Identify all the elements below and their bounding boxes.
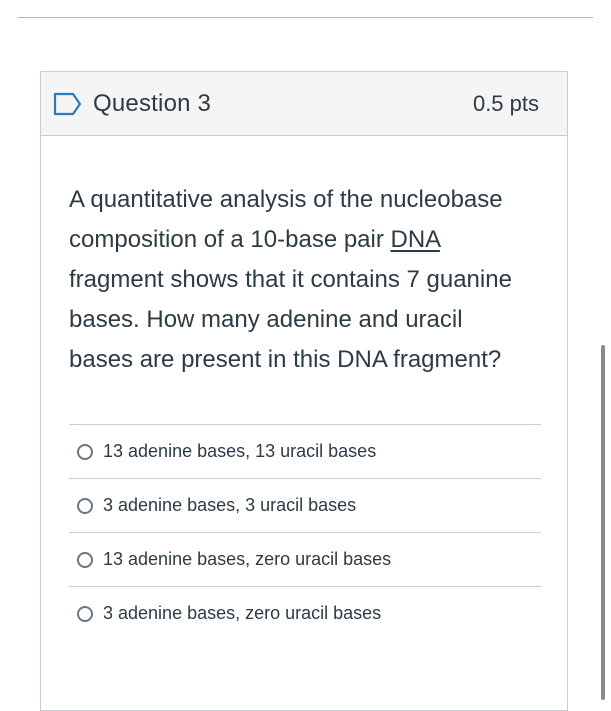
answer-label: 13 adenine bases, zero uracil bases bbox=[103, 549, 392, 569]
question-text: A quantitative analysis of the nucleobas… bbox=[69, 180, 529, 380]
question-points: 0.5 pts bbox=[472, 90, 539, 116]
answer-list: 13 adenine bases, 13 uracil bases 3 aden… bbox=[69, 424, 541, 640]
flag-question-icon[interactable] bbox=[53, 92, 83, 116]
answer-option-3[interactable]: 13 adenine bases, zero uracil bases bbox=[69, 532, 541, 586]
question-text-part-2: fragment shows that it contains 7 guanin… bbox=[69, 266, 512, 373]
radio-button[interactable] bbox=[77, 551, 93, 568]
top-divider bbox=[18, 17, 593, 18]
dna-term-link[interactable]: DNA bbox=[391, 226, 440, 253]
question-body: A quantitative analysis of the nucleobas… bbox=[41, 136, 567, 640]
answer-option-4[interactable]: 3 adenine bases, zero uracil bases bbox=[69, 586, 541, 640]
answer-option-2[interactable]: 3 adenine bases, 3 uracil bases bbox=[69, 478, 541, 532]
question-header-left: Question 3 bbox=[53, 90, 211, 118]
radio-button[interactable] bbox=[77, 497, 93, 514]
page-scrollbar[interactable] bbox=[601, 345, 605, 700]
question-card: Question 3 0.5 pts A quantitative analys… bbox=[40, 71, 568, 711]
answer-option-1[interactable]: 13 adenine bases, 13 uracil bases bbox=[69, 424, 541, 478]
question-header: Question 3 0.5 pts bbox=[41, 72, 567, 136]
answer-label: 3 adenine bases, zero uracil bases bbox=[103, 603, 382, 623]
question-title: Question 3 bbox=[93, 89, 212, 117]
answer-label: 3 adenine bases, 3 uracil bases bbox=[103, 495, 357, 515]
radio-button[interactable] bbox=[77, 605, 93, 622]
radio-button[interactable] bbox=[77, 443, 93, 460]
answer-label: 13 adenine bases, 13 uracil bases bbox=[103, 441, 377, 461]
